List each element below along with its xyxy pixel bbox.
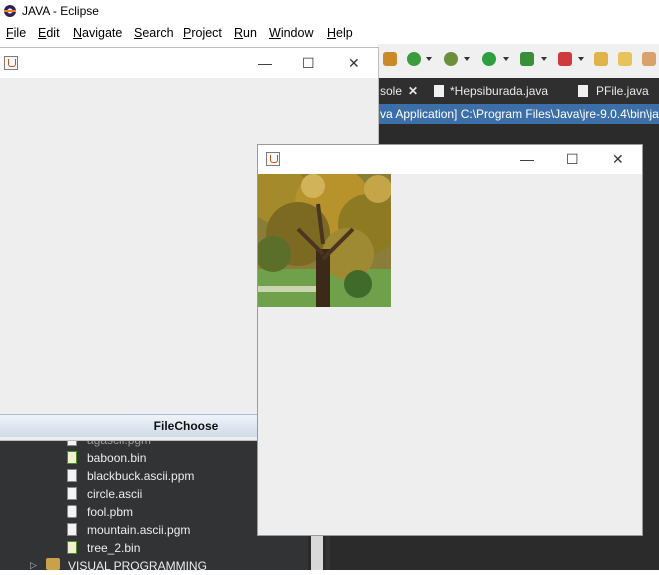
- minimize-icon[interactable]: —: [520, 152, 534, 166]
- eclipse-title-bar: JAVA - Eclipse: [0, 0, 659, 22]
- maximize-icon[interactable]: ☐: [302, 56, 315, 70]
- tree-image: [258, 174, 391, 307]
- pen-icon[interactable]: [642, 52, 656, 66]
- console-header-text: va Application] C:\Program Files\Java\jr…: [380, 107, 659, 121]
- new-class-icon[interactable]: [407, 52, 421, 66]
- run-icon[interactable]: [482, 52, 496, 66]
- menu-file[interactable]: File: [6, 26, 26, 40]
- open-folder-icon[interactable]: [594, 52, 608, 66]
- editor-tab-bar: sole ✕ *Hepsiburada.java PFile.java: [378, 78, 659, 104]
- close-icon[interactable]: ✕: [612, 152, 624, 166]
- expand-arrow-icon[interactable]: ▷: [30, 560, 37, 571]
- eclipse-toolbar: [378, 44, 659, 78]
- menu-bar: File Edit Navigate Search Project Run Wi…: [0, 22, 659, 44]
- eclipse-icon: [4, 5, 16, 17]
- menu-run[interactable]: Run: [234, 26, 257, 40]
- menu-search[interactable]: Search: [134, 26, 174, 40]
- external-tools-icon[interactable]: [558, 52, 572, 66]
- window-title-bar: — ☐ ✕: [258, 145, 642, 174]
- debug-icon[interactable]: [444, 52, 458, 66]
- close-icon[interactable]: ✕: [408, 84, 418, 98]
- file-icon: [67, 505, 77, 518]
- window-title-bar: — ☐ ✕: [0, 48, 378, 78]
- menu-window[interactable]: Window: [269, 26, 313, 40]
- menu-project[interactable]: Project: [183, 26, 222, 40]
- menu-help[interactable]: Help: [327, 26, 353, 40]
- java-file-icon: [578, 85, 588, 97]
- open-folder-icon[interactable]: [618, 52, 632, 66]
- java-file-icon: [434, 85, 444, 97]
- file-icon: [67, 487, 77, 500]
- tab-pfile[interactable]: PFile.java: [596, 84, 649, 98]
- file-icon: [67, 469, 77, 482]
- window-title: JAVA - Eclipse: [22, 4, 99, 18]
- folder-icon: [46, 558, 60, 570]
- new-java-package-icon[interactable]: [383, 52, 397, 66]
- tab-hepsiburada[interactable]: *Hepsiburada.java: [450, 84, 548, 98]
- menu-edit[interactable]: Edit: [38, 26, 60, 40]
- java-frame-icon: [4, 56, 18, 70]
- minimize-icon[interactable]: —: [258, 56, 272, 70]
- maximize-icon[interactable]: ☐: [566, 152, 579, 166]
- run-last-tool-icon[interactable]: [520, 52, 534, 66]
- menu-navigate[interactable]: Navigate: [73, 26, 122, 40]
- scrollbar-thumb[interactable]: [311, 536, 323, 570]
- file-icon: [67, 451, 77, 464]
- image-viewer-window: — ☐ ✕: [258, 145, 642, 535]
- close-icon[interactable]: ✕: [348, 56, 360, 70]
- file-icon: [67, 541, 77, 554]
- java-frame-icon: [266, 152, 280, 166]
- file-icon: [67, 523, 77, 536]
- tab-console[interactable]: sole: [380, 84, 402, 98]
